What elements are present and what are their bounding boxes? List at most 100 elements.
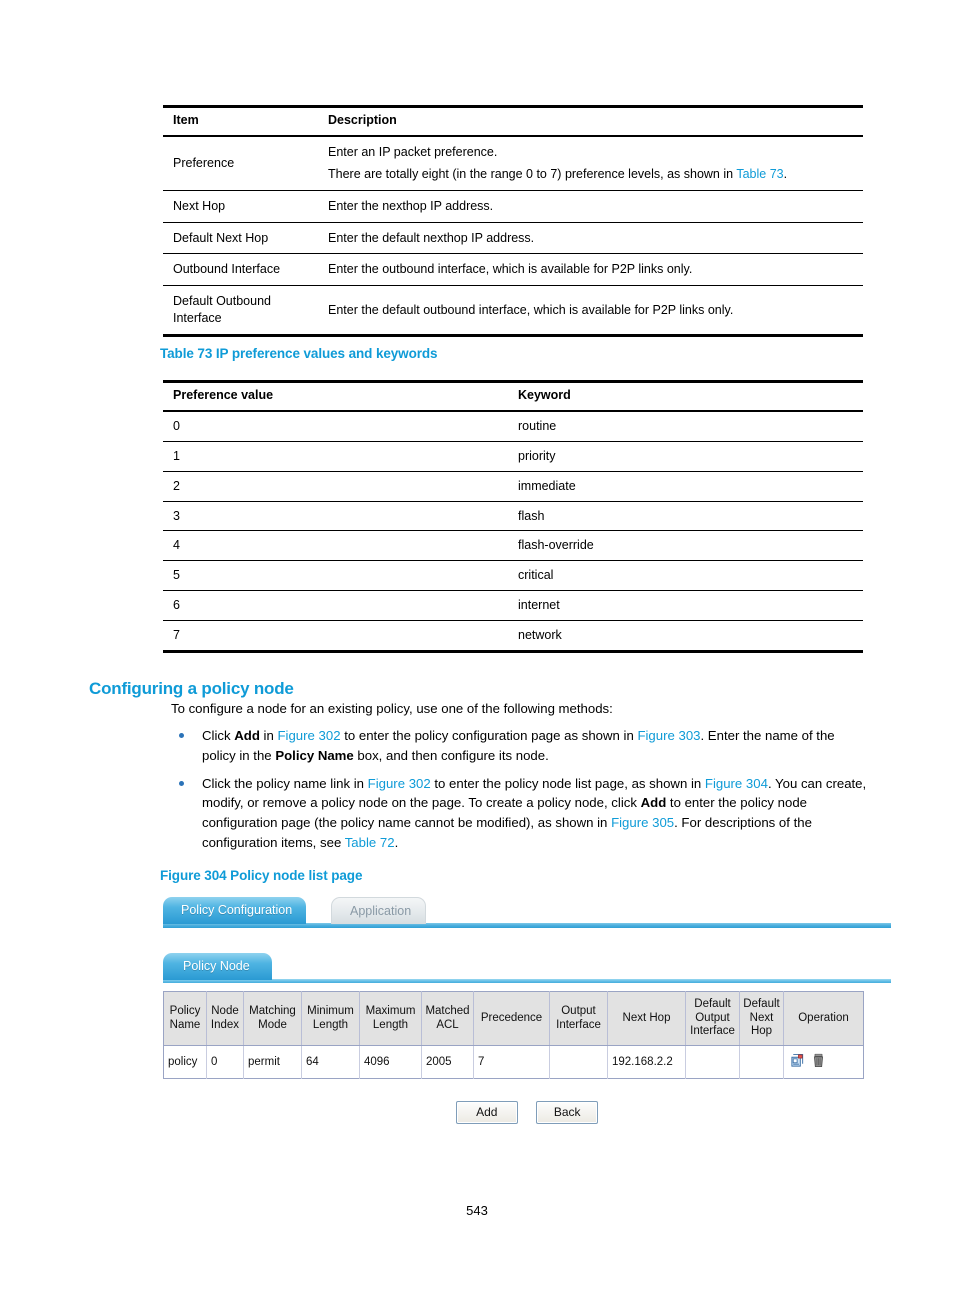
text: in xyxy=(259,728,278,743)
cell-maximum-length: 4096 xyxy=(359,1045,422,1079)
cell-preference-value: 7 xyxy=(163,620,508,653)
cell-matching-mode: permit xyxy=(243,1045,302,1079)
link-figure-305[interactable]: Figure 305 xyxy=(611,815,674,830)
link-table-72[interactable]: Table 72 xyxy=(345,835,395,850)
cell-precedence: 7 xyxy=(473,1045,550,1079)
link-figure-304[interactable]: Figure 304 xyxy=(705,776,768,791)
cell-item: Next Hop xyxy=(163,190,318,223)
link-table-73[interactable]: Table 73 xyxy=(736,167,783,181)
table-row: 1 priority xyxy=(163,441,863,472)
secondary-tab-strip: Policy Node xyxy=(163,952,891,983)
tab-policy-node[interactable]: Policy Node xyxy=(163,953,272,980)
cell-item: Outbound Interface xyxy=(163,253,318,287)
description-line-2: There are totally eight (in the range 0 … xyxy=(328,166,857,183)
column-header-minimum-length[interactable]: Minimum Length xyxy=(301,991,360,1046)
column-header-precedence[interactable]: Precedence xyxy=(473,991,550,1046)
cell-preference-value: 2 xyxy=(163,471,508,502)
figure-304-caption: Figure 304 Policy node list page xyxy=(160,868,363,883)
emphasis-policy-name: Policy Name xyxy=(275,747,354,763)
cell-preference-value: 6 xyxy=(163,590,508,621)
column-header-operation: Operation xyxy=(783,991,864,1046)
action-button-bar: Add Back xyxy=(163,1101,891,1124)
table-row: 6 internet xyxy=(163,590,863,621)
link-figure-302[interactable]: Figure 302 xyxy=(368,776,431,791)
column-header-next-hop[interactable]: Next Hop xyxy=(607,991,686,1046)
description-text-after-link: . xyxy=(783,166,788,181)
cell-description: Enter the nexthop IP address. xyxy=(318,190,863,223)
edit-properties-icon[interactable] xyxy=(790,1053,805,1068)
add-button[interactable]: Add xyxy=(455,1101,518,1124)
bullet-icon xyxy=(179,733,184,738)
column-header-matching-mode[interactable]: Matching Mode xyxy=(243,991,302,1046)
cell-default-output-interface xyxy=(685,1045,740,1079)
cell-preference-value: 5 xyxy=(163,560,508,592)
column-header-description: Description xyxy=(318,104,863,137)
cell-operation xyxy=(783,1045,864,1079)
table-row: Outbound Interface Enter the outbound in… xyxy=(163,253,863,287)
table-row: 3 flash xyxy=(163,501,863,532)
table-row: Next Hop Enter the nexthop IP address. xyxy=(163,190,863,223)
table-row: policy 0 permit 64 4096 2005 7 192.168.2… xyxy=(163,1045,864,1079)
cell-preference-value: 3 xyxy=(163,501,508,532)
cell-description: Enter the default nexthop IP address. xyxy=(318,222,863,255)
cell-node-index: 0 xyxy=(206,1045,244,1079)
cell-description: Enter the outbound interface, which is a… xyxy=(318,253,863,287)
table-row: 7 network xyxy=(163,620,863,653)
column-header-output-interface[interactable]: Output Interface xyxy=(549,991,608,1046)
table-row: 2 immediate xyxy=(163,471,863,502)
text: to enter the policy node list page, as s… xyxy=(430,775,705,791)
cell-keyword: critical xyxy=(508,560,863,592)
cell-keyword: priority xyxy=(508,441,863,472)
table-row: Default Outbound Interface Enter the def… xyxy=(163,285,863,337)
column-header-keyword: Keyword xyxy=(508,379,863,412)
table-row: 5 critical xyxy=(163,560,863,592)
back-button[interactable]: Back xyxy=(536,1101,599,1124)
table-row: Default Next Hop Enter the default nexth… xyxy=(163,222,863,255)
methods-list: Click Add in Figure 302 to enter the pol… xyxy=(171,726,871,861)
table-header-row: Policy Name Node Index Matching Mode Min… xyxy=(163,991,864,1046)
cell-preference-value: 0 xyxy=(163,410,508,442)
description-text-before-link: There are totally eight (in the range 0 … xyxy=(328,166,737,181)
page-number: 543 xyxy=(466,1203,488,1218)
text: Click the policy name link in xyxy=(202,775,368,791)
cell-minimum-length: 64 xyxy=(301,1045,360,1079)
cell-next-hop: 192.168.2.2 xyxy=(607,1045,686,1079)
emphasis-add: Add xyxy=(640,795,667,811)
document-page: Item Description Preference Enter an IP … xyxy=(0,0,954,1296)
column-header-node-index[interactable]: Node Index xyxy=(206,991,244,1046)
cell-item: Preference xyxy=(163,135,318,191)
link-figure-303[interactable]: Figure 303 xyxy=(637,728,700,743)
text: . xyxy=(394,834,399,850)
column-header-default-next-hop[interactable]: Default Next Hop xyxy=(739,991,784,1046)
tab-policy-configuration[interactable]: Policy Configuration xyxy=(163,897,307,924)
delete-trash-icon[interactable] xyxy=(812,1053,825,1068)
link-figure-302[interactable]: Figure 302 xyxy=(277,728,340,743)
column-header-policy-name[interactable]: Policy Name xyxy=(163,991,207,1046)
table-row: 4 flash-override xyxy=(163,530,863,562)
cell-keyword: flash xyxy=(508,501,863,532)
cell-keyword: routine xyxy=(508,410,863,442)
item-description-table: Item Description Preference Enter an IP … xyxy=(163,104,863,337)
preference-values-table: Preference value Keyword 0 routine 1 pri… xyxy=(163,379,863,653)
column-header-default-output-interface[interactable]: Default Output Interface xyxy=(685,991,740,1046)
column-header-matched-acl[interactable]: Matched ACL xyxy=(421,991,474,1046)
cell-description: Enter an IP packet preference. There are… xyxy=(318,135,863,191)
cell-keyword: network xyxy=(508,620,863,653)
emphasis-add: Add xyxy=(234,728,260,743)
policy-node-table: Policy Name Node Index Matching Mode Min… xyxy=(163,991,864,1079)
page-title: Configuring a policy node xyxy=(89,679,294,699)
column-header-maximum-length[interactable]: Maximum Length xyxy=(359,991,422,1046)
cell-default-next-hop xyxy=(739,1045,784,1079)
cell-policy-name[interactable]: policy xyxy=(163,1045,207,1079)
cell-keyword: flash-override xyxy=(508,530,863,562)
cell-output-interface xyxy=(549,1045,608,1079)
tab-application[interactable]: Application xyxy=(331,897,427,924)
text: Click xyxy=(202,728,235,743)
cell-keyword: internet xyxy=(508,590,863,621)
table-73-caption: Table 73 IP preference values and keywor… xyxy=(160,346,438,361)
cell-keyword: immediate xyxy=(508,471,863,502)
description-line-1: Enter an IP packet preference. xyxy=(328,144,498,159)
cell-item: Default Next Hop xyxy=(163,222,318,255)
table-header-row: Preference value Keyword xyxy=(163,379,863,412)
list-item: Click the policy name link in Figure 302… xyxy=(171,774,871,853)
